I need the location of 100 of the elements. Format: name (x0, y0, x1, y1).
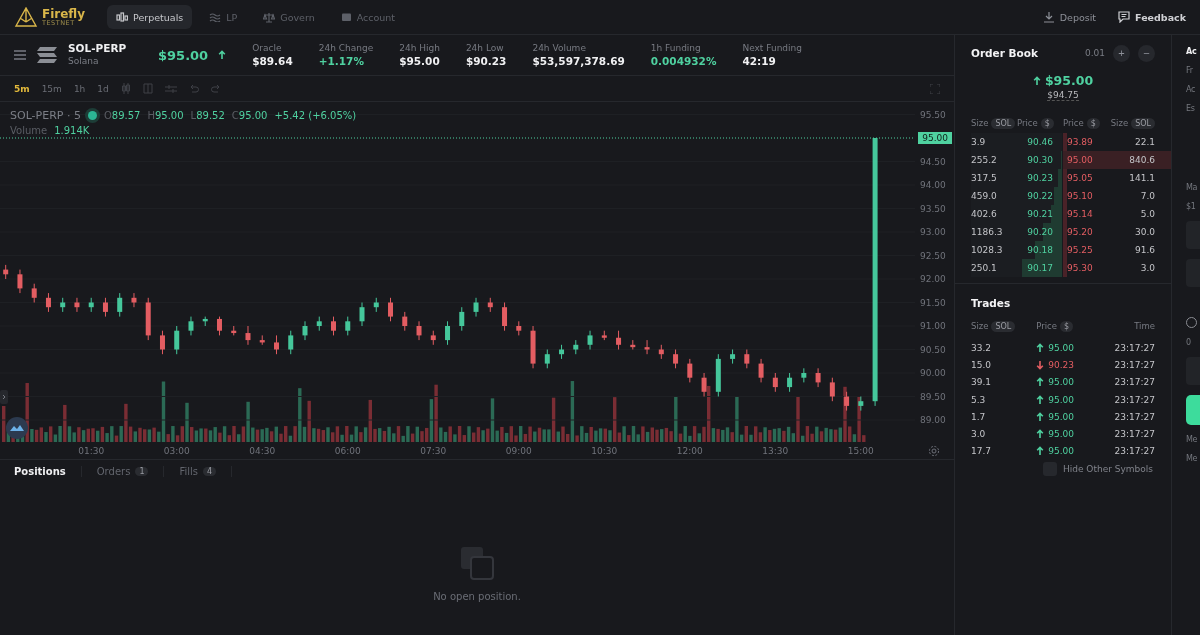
time-axis-label: 03:00 (163, 446, 190, 456)
time-axis-label: 12:00 (676, 446, 703, 456)
nav-item[interactable]: Account (331, 5, 405, 29)
interval-tab[interactable]: 5m (14, 83, 30, 94)
stat-label: 24h Volume (532, 41, 587, 54)
column-header: Price (1063, 118, 1084, 128)
header-link[interactable]: Deposit (1042, 11, 1097, 23)
panel-title: Ac (1186, 47, 1198, 56)
field-hint: $1 (1186, 202, 1197, 211)
nav-item[interactable]: Govern (254, 5, 324, 29)
option-text: 0 (1186, 338, 1192, 347)
trade-price: 95.00 (1048, 342, 1075, 353)
column-header: Size (971, 321, 989, 331)
unit-tag: SOL (991, 320, 1016, 332)
ask-price: 95.30 (1066, 263, 1094, 273)
panel-tab[interactable]: Orders 1 (96, 465, 165, 477)
time-axis-label: 04:30 (249, 446, 276, 456)
bid-price: 90.18 (1026, 245, 1054, 255)
time-axis-label: 01:30 (78, 446, 105, 456)
stat-value: 0.004932% (650, 54, 717, 69)
column-header: Time (1134, 321, 1155, 331)
time-axis-label: 15:00 (847, 446, 874, 456)
count-badge: 4 (203, 466, 217, 476)
stat-value: +1.17% (318, 54, 365, 69)
bid-price: 90.22 (1026, 191, 1054, 201)
bid-size: 1028.3 (971, 245, 1004, 255)
trade-size: 1.7 (971, 411, 987, 422)
ask-size: 141.1 (1128, 173, 1155, 183)
ohlc-value: O89.57 (103, 110, 141, 121)
stat-value: $53,597,378.69 (532, 54, 625, 69)
volume-value: 1.914K (54, 125, 90, 136)
panel-tab[interactable]: Positions (14, 465, 82, 477)
info-label: Es (1186, 104, 1196, 113)
trade-price: 95.00 (1048, 429, 1075, 440)
zoom-in-button[interactable]: + (1113, 44, 1130, 62)
stat-label: Next Funding (742, 41, 802, 54)
ask-size: 22.1 (1133, 137, 1155, 147)
unit-tag: $ (1086, 117, 1100, 129)
market-name: Solana (68, 55, 100, 68)
time-axis-label: 07:30 (420, 446, 447, 456)
trade-time: 23:17:27 (1113, 411, 1155, 422)
panel-tab[interactable]: Fills 4 (179, 465, 233, 477)
interval-tab[interactable]: 1d (97, 83, 109, 94)
ask-size: 5.0 (1139, 209, 1155, 219)
mark-price: $94.75 (1047, 90, 1079, 101)
column-header: Size (971, 118, 989, 128)
bid-size: 3.9 (971, 137, 987, 147)
price-axis-label: 90.50 (920, 344, 946, 355)
header-link[interactable]: Feedback (1118, 11, 1186, 23)
ohlc-value: C95.00 (231, 110, 268, 121)
stat-value: $90.23 (465, 54, 507, 69)
price-axis-label: 90.00 (920, 368, 946, 378)
interval-tab[interactable]: 1h (73, 83, 86, 94)
trade-price: 90.23 (1048, 359, 1075, 370)
time-axis-label: 06:00 (334, 446, 361, 456)
ask-size: 30.0 (1133, 227, 1155, 237)
bid-price: 90.21 (1026, 209, 1054, 219)
column-header: Size (1110, 118, 1129, 128)
unit-tag: SOL (991, 117, 1016, 129)
price-axis-label: 89.00 (920, 415, 946, 425)
price-change: +5.42 (+6.05%) (274, 110, 357, 121)
column-header: Price (1036, 321, 1058, 331)
price-axis-label: 91.50 (920, 297, 946, 308)
ask-price: 95.00 (1066, 155, 1094, 165)
ask-price: 95.20 (1066, 227, 1094, 237)
ohlc-value: L89.52 (190, 110, 225, 121)
price-axis-label: 92.00 (920, 274, 946, 284)
ask-size: 91.6 (1133, 245, 1155, 255)
stat-label: Oracle (252, 41, 283, 54)
trade-time: 23:17:27 (1113, 377, 1155, 388)
nav-item[interactable]: Perpetuals (107, 5, 193, 29)
unit-tag: SOL (1131, 117, 1155, 129)
nav-item[interactable]: LP (200, 5, 247, 29)
ohlc-value: H95.00 (147, 110, 184, 121)
bid-size: 317.5 (971, 173, 998, 183)
chart-title: SOL-PERP · 5 (10, 109, 81, 122)
price-axis-label: 91.00 (920, 321, 946, 331)
price-axis-label: 89.50 (920, 391, 946, 402)
info-label: Me (1186, 454, 1199, 463)
price-axis-label: 94.00 (920, 180, 946, 190)
stat-value: $89.64 (252, 54, 293, 69)
bid-size: 402.6 (971, 209, 998, 219)
panel-title: Trades (971, 296, 1011, 309)
panel-title: Order Book (971, 47, 1038, 59)
zoom-out-button[interactable]: − (1138, 44, 1155, 62)
market-symbol: SOL-PERP (68, 42, 128, 56)
bid-size: 459.0 (971, 191, 998, 201)
info-label: Fr (1186, 66, 1194, 75)
brand-name: Firefly (42, 7, 86, 20)
stat-value: $95.00 (399, 54, 440, 69)
price-axis-label: 94.50 (920, 156, 946, 167)
trade-time: 23:17:27 (1113, 446, 1155, 457)
trade-time: 23:17:27 (1113, 429, 1155, 440)
trade-size: 39.1 (971, 377, 993, 388)
column-header: Price (1017, 118, 1038, 128)
bid-price: 90.30 (1026, 155, 1054, 165)
interval-tab[interactable]: 15m (41, 83, 62, 94)
trade-time: 23:17:27 (1113, 359, 1155, 370)
time-axis-label: 09:00 (505, 446, 532, 456)
trade-size: 3.0 (971, 429, 987, 440)
